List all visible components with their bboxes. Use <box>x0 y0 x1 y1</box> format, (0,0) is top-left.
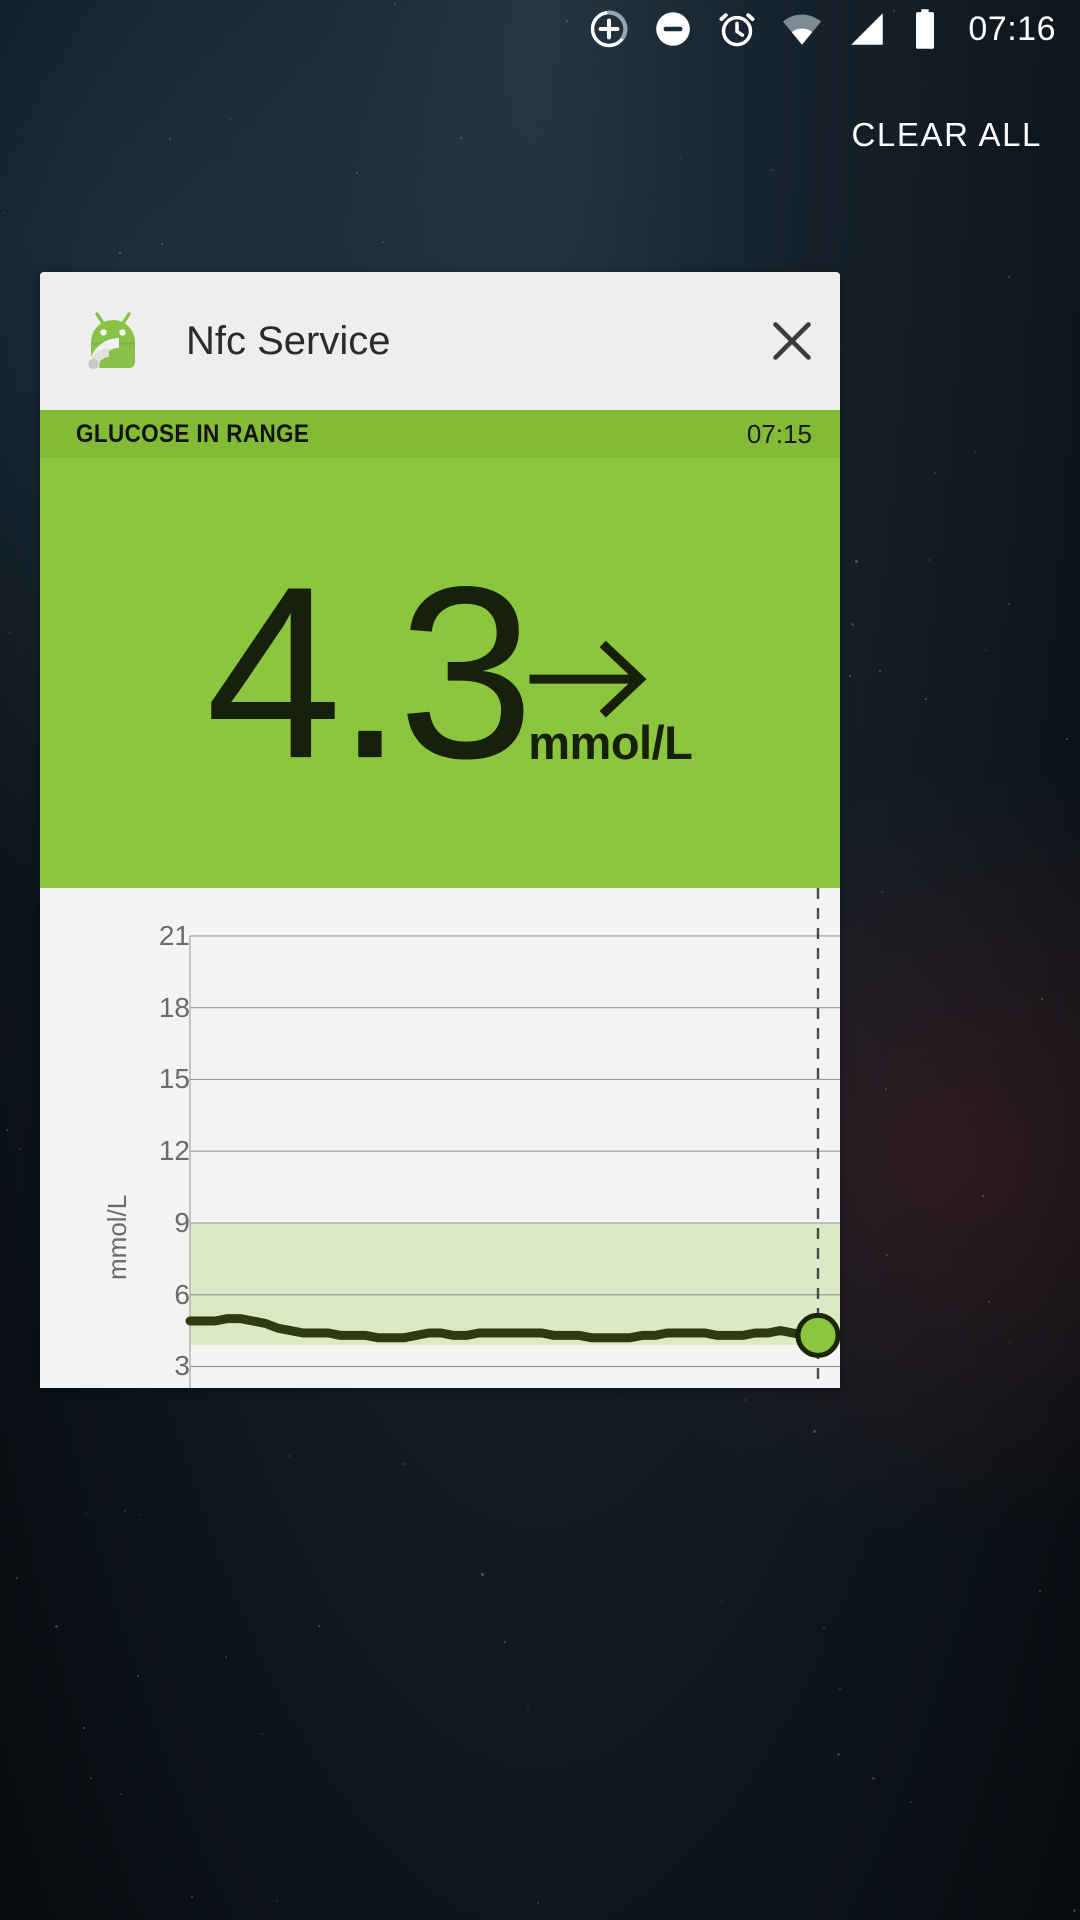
arrow-right-icon <box>529 640 647 718</box>
notification-header: Nfc Service <box>40 272 840 410</box>
add-circle-icon <box>591 10 628 48</box>
notification-app-name: Nfc Service <box>186 318 391 363</box>
glucose-unit: mmol/L <box>528 715 693 769</box>
battery-icon <box>916 9 935 49</box>
clear-all-button[interactable]: CLEAR ALL <box>851 116 1042 154</box>
trend-and-unit: mmol/L <box>528 629 693 770</box>
panel-pointer <box>758 857 822 887</box>
glucose-reading-panel: 4.3 mmol/L <box>40 458 840 888</box>
glucose-reading-row: 4.3 mmol/L <box>40 535 840 810</box>
notification-card[interactable]: Nfc Service GLUCOSE IN RANGE 07:15 4.3 m… <box>40 272 840 1388</box>
alarm-icon <box>719 13 755 47</box>
cellular-signal-icon <box>851 13 884 45</box>
status-bar: 07:16 <box>0 0 1080 58</box>
status-badge: GLUCOSE IN RANGE <box>76 419 310 448</box>
status-timestamp: 07:15 <box>746 418 812 449</box>
glucose-chart: mmol/L 21 18 15 12 9 6 3 <box>40 888 840 1388</box>
chart-plot-area <box>185 888 840 1388</box>
glucose-status-band: GLUCOSE IN RANGE 07:15 <box>40 410 840 458</box>
close-icon <box>773 322 811 360</box>
android-robot-nfc-icon <box>78 306 148 376</box>
close-button[interactable] <box>744 272 840 410</box>
status-bar-clock: 07:16 <box>968 9 1056 48</box>
glucose-value: 4.3 <box>205 535 535 810</box>
do-not-disturb-icon <box>656 12 691 46</box>
wifi-icon <box>783 14 822 45</box>
